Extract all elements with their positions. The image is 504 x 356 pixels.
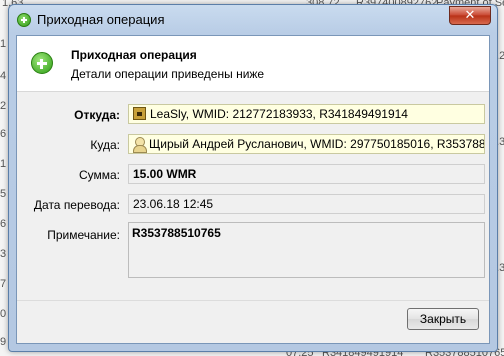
bg-text: 3 [0,248,7,260]
to-label: Куда: [90,138,120,152]
close-button[interactable]: Закрыть [407,308,479,330]
plus-circle-icon [31,52,53,74]
window-title: Приходная операция [37,12,165,27]
to-value: Щирый Андрей Русланович, WMID: 297750185… [149,137,485,151]
amount-field[interactable]: 15.00 WMR [128,164,485,184]
header-title: Приходная операция [71,48,197,62]
bg-text: 9 [0,336,7,348]
from-label: Откуда: [74,108,120,122]
bg-text: 5 [0,188,7,200]
bg-text: 0 [0,308,7,320]
wallet-icon [133,107,146,121]
header-panel: Приходная операция Детали операции приве… [17,36,489,92]
header-subtitle: Детали операции приведены ниже [71,67,265,81]
note-label: Примечание: [47,228,120,242]
bg-text: 4 [0,70,7,82]
bg-text: 1 [0,38,7,50]
window-close-button[interactable]: ✕ [449,6,491,25]
to-field[interactable]: Щирый Андрей Русланович, WMID: 297750185… [128,134,485,154]
title-bar[interactable]: Приходная операция ✕ [9,5,497,35]
bg-text: 2 [0,100,7,112]
plus-circle-icon [17,13,31,27]
from-field[interactable]: LeaSly, WMID: 212772183933, R34184949191… [128,104,485,124]
from-value: LeaSly, WMID: 212772183933, R34184949191… [150,107,408,121]
bg-text: 1 [0,158,7,170]
note-textarea[interactable]: R353788510765 [128,222,485,278]
date-label: Дата перевода: [33,198,120,212]
transaction-dialog: Приходная операция ✕ Приходная операция … [8,4,498,352]
bg-text: 6 [0,128,7,140]
date-field[interactable]: 23.06.18 12:45 [128,194,485,214]
dialog-body: Приходная операция Детали операции приве… [16,35,490,344]
amount-label: Сумма: [78,168,120,182]
bg-text: 6 [0,218,7,230]
bg-text: 7 [0,278,7,290]
person-icon [133,136,147,153]
